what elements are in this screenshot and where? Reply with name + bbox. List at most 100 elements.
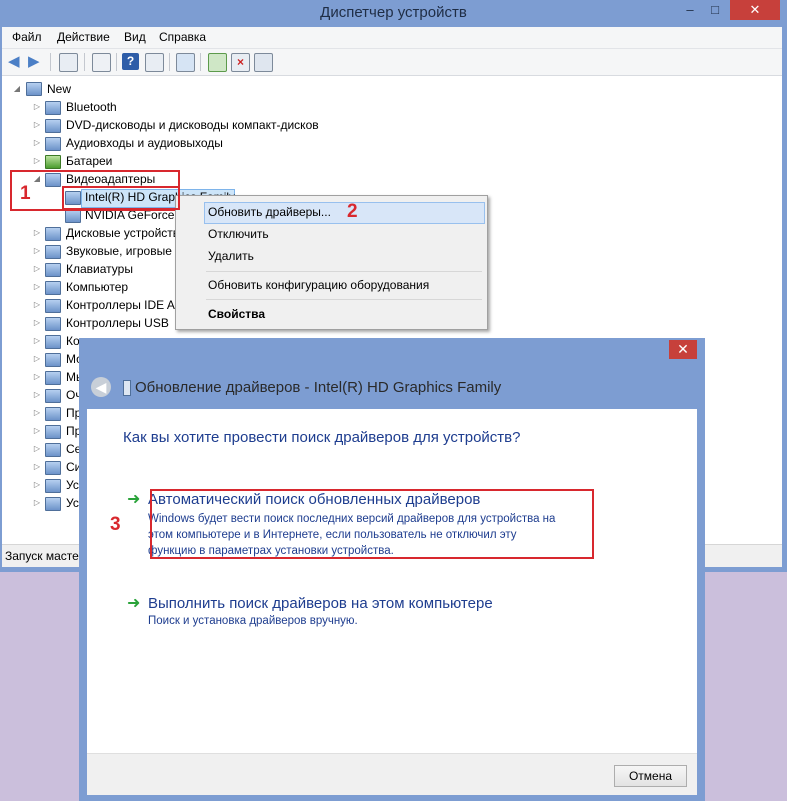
- expand-icon[interactable]: ▷: [32, 318, 42, 327]
- update-drivers-dialog: ✕ ◀ Обновление драйверов - Intel(R) HD G…: [79, 338, 705, 801]
- menu-file[interactable]: Файл: [12, 30, 42, 44]
- expand-icon[interactable]: ▷: [32, 156, 42, 165]
- expand-icon[interactable]: ▷: [32, 300, 42, 309]
- expand-icon[interactable]: ▷: [32, 390, 42, 399]
- toolbar: ◀ ▶ ? ×: [2, 49, 782, 76]
- tree-item-batteries[interactable]: Батареи: [66, 152, 112, 170]
- tree-item-computer[interactable]: Компьютер: [66, 278, 128, 296]
- disable-device-icon[interactable]: [254, 53, 273, 72]
- expand-icon[interactable]: ▷: [32, 336, 42, 345]
- context-menu: Обновить драйверы... Отключить Удалить О…: [175, 195, 488, 330]
- tree-item-bluetooth[interactable]: Bluetooth: [66, 98, 117, 116]
- back-arrow-icon[interactable]: ◀: [91, 377, 111, 397]
- monitor-icon: [45, 353, 61, 367]
- usb-icon: [45, 317, 61, 331]
- close-button[interactable]: ✕: [730, 0, 780, 20]
- back-arrow-icon[interactable]: ◀: [8, 53, 25, 70]
- expand-icon[interactable]: ▷: [32, 462, 42, 471]
- tree-item-dvd[interactable]: DVD-дисководы и дисководы компакт-дисков: [66, 116, 319, 134]
- toolbar-separator: [200, 53, 201, 71]
- menu-action[interactable]: Действие: [57, 30, 110, 44]
- menu-help[interactable]: Справка: [159, 30, 206, 44]
- details-view-icon[interactable]: [145, 53, 164, 72]
- menu-view[interactable]: Вид: [124, 30, 146, 44]
- list-view-icon[interactable]: [92, 53, 111, 72]
- menu-item-uninstall[interactable]: Удалить: [208, 246, 254, 266]
- expand-icon[interactable]: ▷: [32, 426, 42, 435]
- tree-item-ide[interactable]: Контроллеры IDE A: [66, 296, 175, 314]
- expand-icon[interactable]: ▷: [32, 408, 42, 417]
- tree-item-usb[interactable]: Контроллеры USB: [66, 314, 169, 332]
- scan-hardware-icon[interactable]: [176, 53, 195, 72]
- computer-icon: [26, 82, 42, 96]
- uninstall-icon[interactable]: ×: [231, 53, 250, 72]
- expand-icon[interactable]: ▷: [32, 498, 42, 507]
- expand-icon[interactable]: ▷: [32, 282, 42, 291]
- keyboard-icon: [45, 263, 61, 277]
- menu-item-properties[interactable]: Свойства: [208, 304, 265, 324]
- manual-search-option[interactable]: Выполнить поиск драйверов на этом компью…: [148, 595, 493, 612]
- status-text: Запуск мастер: [5, 549, 86, 563]
- forward-arrow-icon[interactable]: ▶: [28, 53, 45, 70]
- cancel-button[interactable]: Отмена: [614, 765, 687, 787]
- toolbar-separator: [84, 53, 85, 71]
- audio-icon: [45, 137, 61, 151]
- toolbar-separator: [50, 53, 51, 71]
- annotation-number-2: 2: [347, 201, 358, 222]
- processor-icon: [45, 425, 61, 439]
- menu-item-update-driver[interactable]: Обновить драйверы...: [208, 202, 331, 222]
- annotation-number-1: 1: [20, 183, 31, 204]
- dialog-body: Как вы хотите провести поиск драйверов д…: [87, 409, 697, 795]
- annotation-box-3: [150, 489, 594, 559]
- device-icon: [45, 407, 61, 421]
- tree-item[interactable]: Ус: [66, 476, 79, 494]
- expand-icon[interactable]: ▷: [32, 120, 42, 129]
- bluetooth-icon: [45, 101, 61, 115]
- dialog-close-button[interactable]: ✕: [669, 340, 697, 359]
- green-arrow-icon: ➜: [127, 491, 141, 508]
- menu-item-disable[interactable]: Отключить: [208, 224, 269, 244]
- battery-icon: [45, 155, 61, 169]
- dialog-title: Обновление драйверов - Intel(R) HD Graph…: [135, 379, 502, 396]
- expand-icon[interactable]: ▷: [32, 444, 42, 453]
- expand-icon[interactable]: ▷: [32, 354, 42, 363]
- dvd-drive-icon: [45, 119, 61, 133]
- mouse-icon: [45, 371, 61, 385]
- help-icon[interactable]: ?: [122, 53, 139, 70]
- window-title: Диспетчер устройств: [320, 4, 467, 21]
- expand-icon[interactable]: ▷: [32, 228, 42, 237]
- tree-item-sound[interactable]: Звуковые, игровые: [66, 242, 172, 260]
- toolbar-separator: [169, 53, 170, 71]
- tree-item[interactable]: Ко: [66, 332, 80, 350]
- annotation-box-selected-device: [62, 186, 180, 210]
- properties-icon[interactable]: [59, 53, 78, 72]
- manual-search-desc: Поиск и установка драйверов вручную.: [148, 615, 358, 627]
- display-adapter-icon: [65, 209, 81, 223]
- tree-item-keyboards[interactable]: Клавиатуры: [66, 260, 133, 278]
- print-queue-icon: [45, 389, 61, 403]
- minimize-button[interactable]: –: [680, 0, 700, 20]
- annotation-number-3: 3: [110, 514, 121, 535]
- toolbar-separator: [116, 53, 117, 71]
- expand-icon[interactable]: ▷: [32, 102, 42, 111]
- dialog-question: Как вы хотите провести поиск драйверов д…: [123, 429, 521, 446]
- maximize-button[interactable]: □: [705, 0, 725, 20]
- menu-separator: [206, 271, 482, 272]
- expand-icon[interactable]: ▷: [32, 264, 42, 273]
- tree-item-disk-drives[interactable]: Дисковые устройств: [66, 224, 179, 242]
- expand-icon[interactable]: ▷: [32, 372, 42, 381]
- tree-item[interactable]: Ус: [66, 494, 79, 512]
- expand-icon[interactable]: ▷: [32, 480, 42, 489]
- menu-separator: [206, 299, 482, 300]
- device-icon: [45, 479, 61, 493]
- device-icon: [45, 335, 61, 349]
- device-icon: [123, 380, 131, 396]
- expand-icon[interactable]: ▷: [32, 138, 42, 147]
- collapse-icon[interactable]: ◢: [12, 84, 22, 93]
- tree-root[interactable]: New: [47, 80, 71, 98]
- expand-icon[interactable]: ▷: [32, 246, 42, 255]
- system-icon: [45, 461, 61, 475]
- update-driver-icon[interactable]: [208, 53, 227, 72]
- menu-item-scan-hardware[interactable]: Обновить конфигурацию оборудования: [208, 275, 429, 295]
- tree-item-audio[interactable]: Аудиовходы и аудиовыходы: [66, 134, 223, 152]
